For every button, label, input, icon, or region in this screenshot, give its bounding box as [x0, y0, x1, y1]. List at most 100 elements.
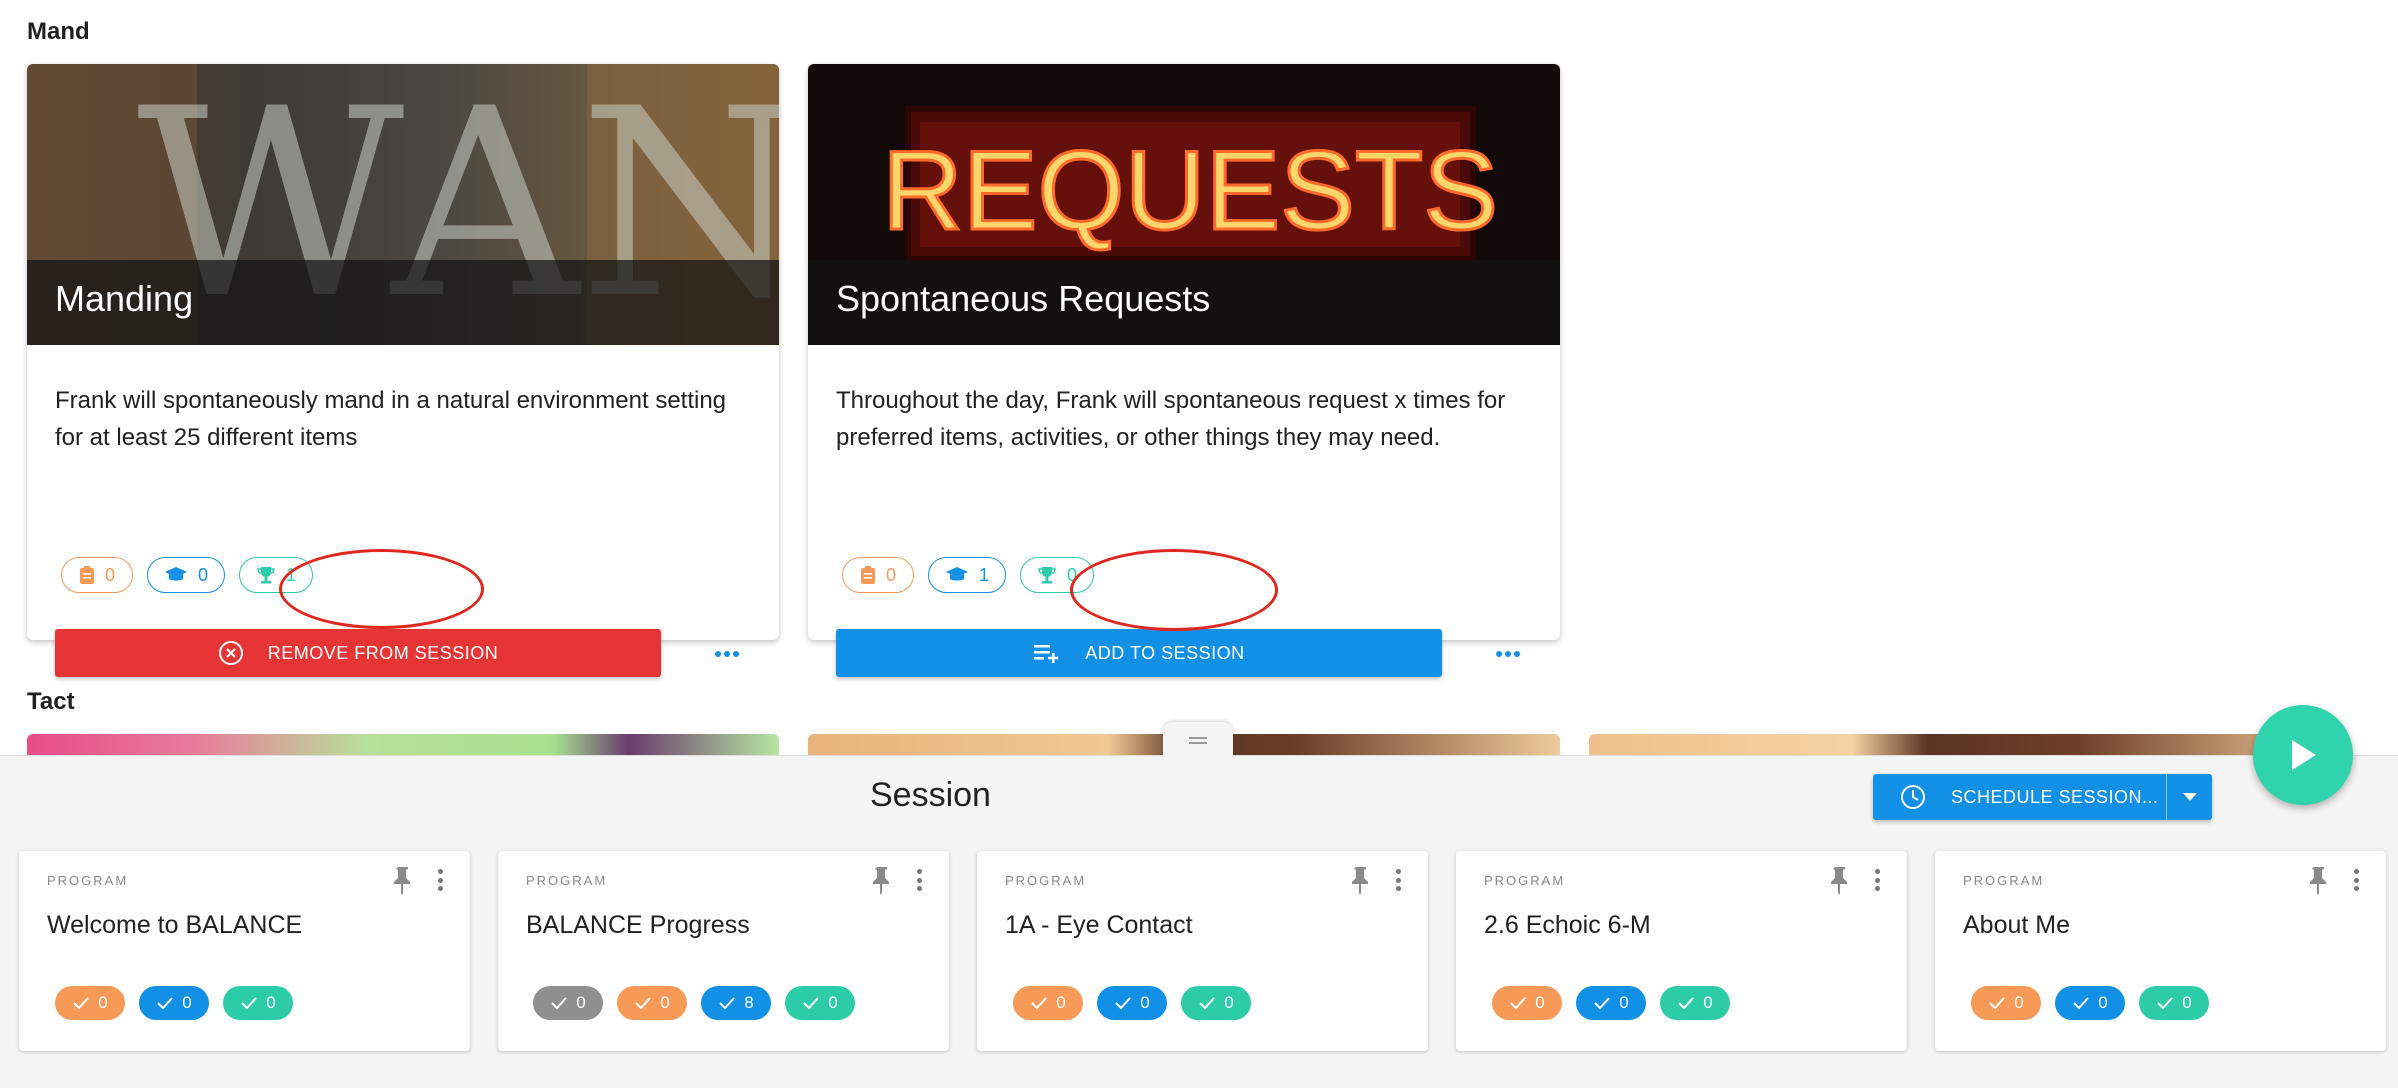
clock-icon	[1901, 785, 1925, 809]
check-icon	[241, 997, 258, 1010]
chip-value: 0	[1224, 993, 1234, 1012]
graduation-cap-icon	[165, 567, 187, 581]
program-type-label: PROGRAM	[47, 873, 129, 888]
check-chip: 0	[1181, 986, 1251, 1020]
card-description: Frank will spontaneously mand in a natur…	[55, 387, 727, 451]
check-icon	[719, 997, 736, 1010]
graduation-count: 1	[979, 564, 990, 585]
remove-from-session-button[interactable]: REMOVE FROM SESSION	[55, 629, 661, 677]
check-icon	[1031, 997, 1048, 1010]
check-icon	[1678, 997, 1695, 1010]
add-to-session-button[interactable]: ADD TO SESSION	[836, 629, 1442, 677]
program-card-spontaneous-requests: REQUESTS Spontaneous Requests Throughout…	[808, 64, 1560, 677]
card-description: Throughout the day, Frank will spontaneo…	[836, 387, 1506, 451]
chip-value: 8	[744, 993, 754, 1012]
section-title-mand: Mand	[27, 18, 90, 45]
check-chip: 0	[139, 986, 209, 1020]
program-type-label: PROGRAM	[1005, 873, 1087, 888]
graduation-count: 0	[198, 564, 209, 585]
pin-icon[interactable]	[1349, 865, 1373, 895]
program-type-label: PROGRAM	[1484, 873, 1566, 888]
check-chip: 0	[617, 986, 687, 1020]
check-icon	[1989, 997, 2006, 1010]
more-horizontal-icon	[1496, 651, 1520, 657]
pin-icon[interactable]	[391, 865, 415, 895]
more-options-button[interactable]	[1488, 634, 1528, 674]
session-title: Session	[870, 776, 991, 814]
start-session-button[interactable]	[2253, 705, 2353, 805]
check-icon	[157, 997, 174, 1010]
check-chip: 0	[1097, 986, 1167, 1020]
more-vertical-icon[interactable]	[1391, 865, 1405, 895]
clipboard-count: 0	[104, 564, 115, 585]
chip-value: 0	[266, 993, 276, 1012]
more-vertical-icon[interactable]	[433, 865, 447, 895]
session-program-card[interactable]: PROGRAM 2.6 Echoic 6-M 0 0 0	[1456, 851, 1907, 1051]
session-panel: Session SCHEDULE SESSION... PROGRAM Welc…	[0, 755, 2398, 1088]
annotation-circle	[1070, 549, 1278, 631]
chip-value: 0	[1619, 993, 1629, 1012]
check-chip: 8	[701, 986, 771, 1020]
session-program-card[interactable]: PROGRAM BALANCE Progress 0 0 8 0	[498, 851, 949, 1051]
requests-image-text: REQUESTS	[882, 128, 1498, 253]
program-card-manding: WANT Manding Frank will spontaneously ma…	[27, 64, 779, 677]
card-image-requests: REQUESTS Spontaneous Requests	[808, 64, 1560, 345]
card-title-spontaneous-requests: Spontaneous Requests	[808, 260, 1560, 345]
pin-icon[interactable]	[2307, 865, 2331, 895]
schedule-session-main[interactable]: SCHEDULE SESSION...	[1873, 783, 2166, 811]
program-type-label: PROGRAM	[1963, 873, 2045, 888]
check-chip: 0	[2055, 986, 2125, 1020]
chip-value: 0	[1140, 993, 1150, 1012]
check-chip: 0	[1576, 986, 1646, 1020]
check-icon	[2073, 997, 2090, 1010]
program-name: Welcome to BALANCE	[47, 911, 303, 939]
chip-value: 0	[2098, 993, 2108, 1012]
check-icon	[803, 997, 820, 1010]
cancel-circle-icon	[218, 641, 243, 665]
check-chip: 0	[533, 986, 603, 1020]
check-icon	[1594, 997, 1611, 1010]
program-name: BALANCE Progress	[526, 911, 750, 939]
more-horizontal-icon	[715, 651, 739, 657]
more-vertical-icon[interactable]	[2349, 865, 2363, 895]
check-icon	[2157, 997, 2174, 1010]
chip-value: 0	[1056, 993, 1066, 1012]
chip-value: 0	[828, 993, 838, 1012]
clipboard-chip: 0	[842, 557, 914, 593]
session-program-card[interactable]: PROGRAM Welcome to BALANCE 0 0 0	[19, 851, 470, 1051]
section-title-tact: Tact	[27, 688, 75, 715]
session-program-card[interactable]: PROGRAM About Me 0 0 0	[1935, 851, 2386, 1051]
chip-value: 0	[182, 993, 192, 1012]
check-icon	[1199, 997, 1216, 1010]
drag-handle-icon	[1189, 737, 1207, 744]
clipboard-icon	[79, 566, 94, 584]
card-image-want: WANT Manding	[27, 64, 779, 345]
program-name: 1A - Eye Contact	[1005, 911, 1193, 939]
caret-down-icon	[2182, 793, 2197, 801]
session-program-card[interactable]: PROGRAM 1A - Eye Contact 0 0 0	[977, 851, 1428, 1051]
check-chip: 0	[55, 986, 125, 1020]
check-chip: 0	[1013, 986, 1083, 1020]
clipboard-icon	[860, 566, 875, 584]
chip-value: 0	[1535, 993, 1545, 1012]
graduation-cap-icon	[946, 567, 968, 581]
schedule-dropdown-toggle[interactable]	[2166, 774, 2212, 820]
schedule-session-button[interactable]: SCHEDULE SESSION...	[1873, 774, 2212, 820]
check-chip: 0	[1492, 986, 1562, 1020]
check-icon	[73, 997, 90, 1010]
chip-value: 0	[576, 993, 586, 1012]
more-vertical-icon[interactable]	[912, 865, 926, 895]
check-chip: 0	[785, 986, 855, 1020]
trophy-icon	[257, 567, 275, 584]
program-chips: 0 0 0	[1013, 986, 1251, 1020]
pin-icon[interactable]	[1828, 865, 1852, 895]
play-icon	[2292, 740, 2316, 770]
add-to-session-label: ADD TO SESSION	[1085, 642, 1245, 663]
program-chips: 0 0 0	[1492, 986, 1730, 1020]
pin-icon[interactable]	[870, 865, 894, 895]
more-vertical-icon[interactable]	[1870, 865, 1884, 895]
more-options-button[interactable]	[707, 634, 747, 674]
chip-value: 0	[2014, 993, 2024, 1012]
panel-drag-handle[interactable]	[1163, 722, 1233, 760]
check-icon	[551, 997, 568, 1010]
